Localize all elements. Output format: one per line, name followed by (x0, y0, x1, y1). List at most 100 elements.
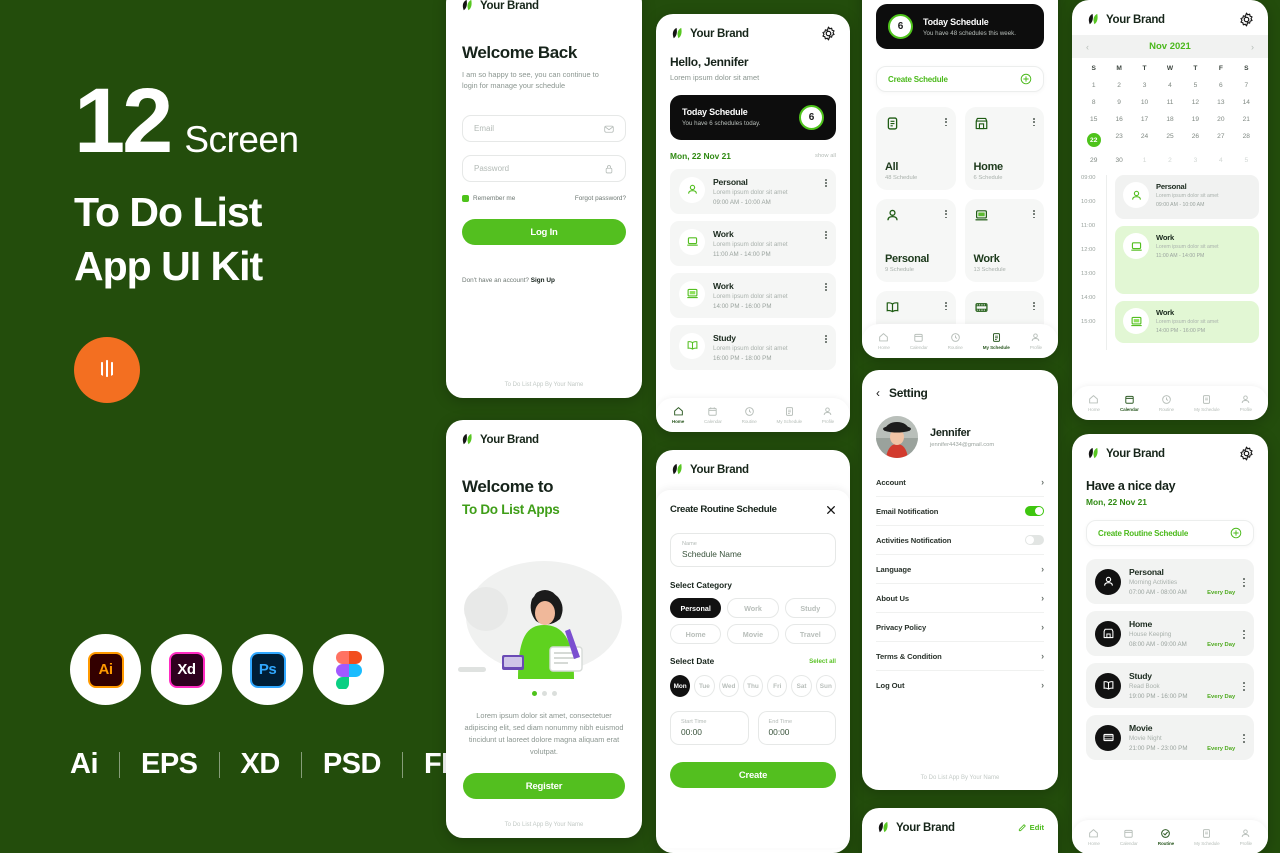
nav-item-profile[interactable]: Profile (1240, 394, 1252, 412)
calendar-day[interactable]: 5 (1183, 77, 1208, 94)
chip-travel[interactable]: Travel (784, 624, 836, 644)
more-options-icon[interactable] (944, 300, 947, 315)
nav-item-my-schedule[interactable]: My Schedule (1194, 828, 1220, 846)
plus-circle-icon[interactable] (1020, 73, 1032, 85)
nav-item-home[interactable]: Home (1088, 828, 1100, 846)
calendar-day[interactable]: 14 (1234, 94, 1259, 111)
day-tue[interactable]: Tue (694, 675, 715, 697)
next-month-button[interactable]: › (1251, 42, 1254, 52)
login-button[interactable]: Log In (462, 219, 626, 246)
more-options-icon[interactable] (1243, 628, 1245, 639)
today-schedule-card[interactable]: 6 Today Schedule You have 48 schedules t… (876, 4, 1044, 49)
calendar-day[interactable]: 1 (1081, 77, 1106, 94)
list-item[interactable]: Personal Morning Activities 07:00 AM - 0… (1086, 559, 1254, 604)
more-options-icon[interactable] (1033, 208, 1035, 223)
gear-icon[interactable] (821, 26, 836, 41)
calendar-day[interactable]: 20 (1208, 111, 1233, 128)
more-options-icon[interactable] (1243, 732, 1245, 743)
nav-item-calendar[interactable]: Calendar (1120, 828, 1138, 846)
edit-button[interactable]: Edit (1018, 823, 1044, 832)
calendar-day-selected[interactable]: 22 (1081, 128, 1106, 152)
calendar-day[interactable]: 11 (1157, 94, 1182, 111)
calendar-day[interactable]: 30 (1106, 152, 1131, 169)
create-schedule-bar[interactable]: Create Schedule (876, 66, 1044, 92)
calendar-day[interactable]: 17 (1132, 111, 1157, 128)
calendar-day[interactable]: 27 (1208, 128, 1233, 152)
setting-row-email-notification[interactable]: Email Notification (876, 497, 1044, 526)
day-thu[interactable]: Thu (742, 675, 764, 697)
more-options-icon[interactable] (825, 281, 827, 292)
calendar-day[interactable]: 23 (1106, 128, 1131, 152)
more-options-icon[interactable] (944, 116, 947, 131)
calendar-day[interactable]: 24 (1132, 128, 1157, 152)
end-time-input[interactable]: End Time 00:00 (757, 711, 836, 745)
nav-item-home[interactable]: Home (1088, 394, 1100, 412)
chip-personal[interactable]: Personal (670, 598, 722, 618)
calendar-day[interactable]: 16 (1106, 111, 1131, 128)
calendar-day[interactable]: 9 (1106, 94, 1131, 111)
select-all-link[interactable]: Select all (809, 658, 836, 665)
category-card-work[interactable]: Work 13 Schedule (964, 199, 1044, 282)
calendar-day[interactable]: 19 (1183, 111, 1208, 128)
create-button[interactable]: Create (670, 762, 836, 788)
calendar-day[interactable]: 13 (1208, 94, 1233, 111)
more-options-icon[interactable] (1033, 300, 1035, 315)
chip-home[interactable]: Home (670, 624, 722, 644)
schedule-name-input[interactable]: Name Schedule Name (670, 533, 836, 567)
calendar-day[interactable]: 26 (1183, 128, 1208, 152)
calendar-day[interactable]: 28 (1234, 128, 1259, 152)
chip-movie[interactable]: Movie (727, 624, 779, 644)
setting-row-activities-notification[interactable]: Activities Notification (876, 526, 1044, 555)
close-icon[interactable] (826, 505, 836, 515)
nav-item-routine[interactable]: Routine (948, 332, 963, 350)
calendar-day[interactable]: 8 (1081, 94, 1106, 111)
day-sun[interactable]: Sun (815, 675, 836, 697)
list-item[interactable]: Home House Keeping 08:00 AM - 09:00 AM E… (1086, 611, 1254, 656)
calendar-day[interactable]: 10 (1132, 94, 1157, 111)
forgot-password-link[interactable]: Forgot password? (575, 195, 626, 202)
email-field[interactable]: Email (462, 115, 626, 143)
calendar-day[interactable]: 3 (1132, 77, 1157, 94)
calendar-day[interactable]: 2 (1106, 77, 1131, 94)
calendar-day[interactable]: 4 (1208, 152, 1233, 169)
more-options-icon[interactable] (944, 208, 947, 223)
carousel-dot-active[interactable] (531, 691, 537, 696)
timeline-event[interactable]: Personal Lorem ipsum dolor sit amet 09:0… (1115, 175, 1259, 219)
calendar-day[interactable]: 25 (1157, 128, 1182, 152)
more-options-icon[interactable] (1033, 116, 1035, 131)
timeline-event[interactable]: Work Lorem ipsum dolor sit amet 14:00 PM… (1115, 301, 1259, 343)
day-wed[interactable]: Wed (718, 675, 739, 697)
today-schedule-card[interactable]: Today Schedule You have 6 schedules toda… (670, 94, 836, 140)
nav-item-my-schedule[interactable]: My Schedule (777, 406, 802, 424)
setting-row-account[interactable]: Account › (876, 468, 1044, 497)
category-card-all[interactable]: All 48 Schedule (876, 107, 956, 190)
setting-row-log-out[interactable]: Log Out › (876, 671, 1044, 699)
timeline-event[interactable]: Work Lorem ipsum dolor sit amet 11:00 AM… (1115, 226, 1259, 294)
table-row[interactable]: Work Lorem ipsum dolor sit amet 14:00 PM… (670, 272, 836, 318)
calendar-day[interactable]: 18 (1157, 111, 1182, 128)
table-row[interactable]: Personal Lorem ipsum dolor sit amet 09:0… (670, 168, 836, 214)
nav-item-profile[interactable]: Profile (822, 406, 834, 424)
day-mon[interactable]: Mon (670, 675, 691, 697)
chip-study[interactable]: Study (784, 598, 836, 618)
calendar-day[interactable]: 21 (1234, 111, 1259, 128)
nav-item-calendar[interactable]: Calendar (704, 406, 722, 424)
plus-circle-icon[interactable] (1230, 527, 1242, 539)
calendar-day[interactable]: 1 (1132, 152, 1157, 169)
nav-item-routine[interactable]: Routine (1158, 828, 1174, 846)
email-notification-toggle[interactable] (1025, 506, 1044, 516)
signup-link[interactable]: Sign Up (531, 277, 555, 284)
setting-row-about-us[interactable]: About Us › (876, 584, 1044, 613)
start-time-input[interactable]: Start Time 00:00 (670, 711, 749, 745)
create-routine-bar[interactable]: Create Routine Schedule (1086, 520, 1254, 546)
calendar-day[interactable]: 2 (1157, 152, 1182, 169)
nav-item-calendar[interactable]: Calendar (1120, 394, 1139, 412)
nav-item-home[interactable]: Home (878, 332, 890, 350)
remember-me-checkbox[interactable]: Remember me (462, 195, 515, 203)
calendar-day[interactable]: 5 (1234, 152, 1259, 169)
table-row[interactable]: Study Lorem ipsum dolor sit amet 16:00 P… (670, 324, 836, 370)
setting-row-privacy-policy[interactable]: Privacy Policy › (876, 613, 1044, 642)
calendar-day[interactable]: 3 (1183, 152, 1208, 169)
day-fri[interactable]: Fri (767, 675, 788, 697)
list-item[interactable]: Movie Movie Night 21:00 PM - 23:00 PM Ev… (1086, 715, 1254, 760)
